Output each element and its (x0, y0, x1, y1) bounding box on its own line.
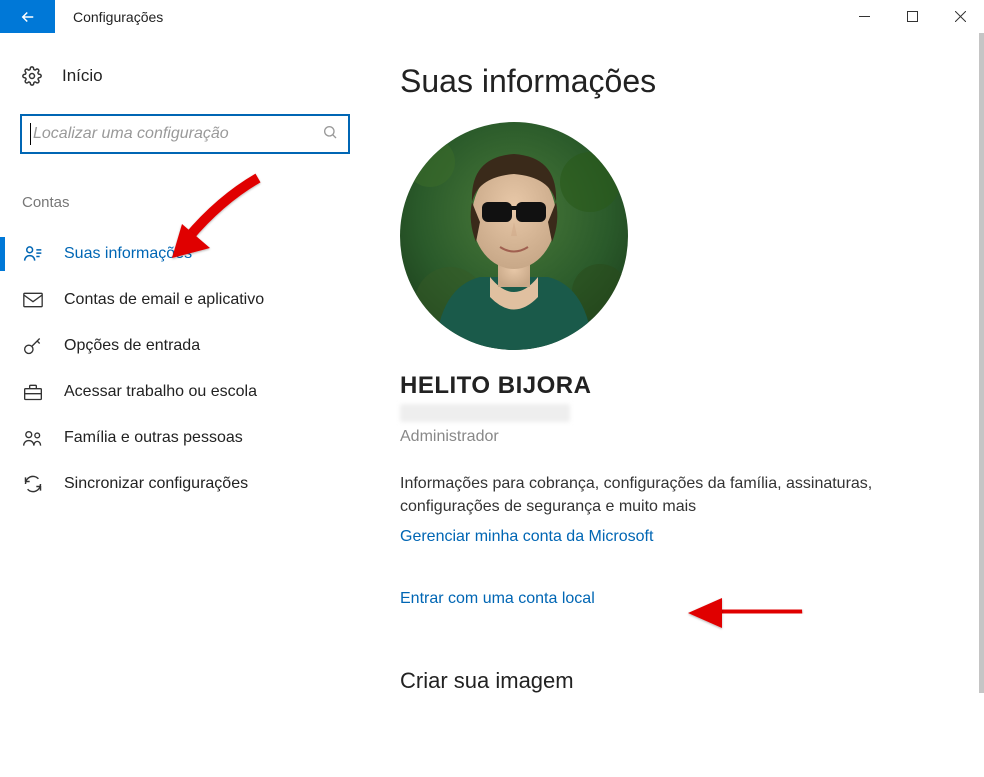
scrollbar[interactable] (979, 33, 984, 693)
user-role: Administrador (400, 428, 964, 446)
minimize-icon (859, 11, 870, 22)
sidebar-item-label: Acessar trabalho ou escola (64, 383, 257, 401)
sidebar-item-signin-options[interactable]: Opções de entrada (20, 323, 350, 369)
mail-icon (22, 290, 44, 310)
briefcase-icon (22, 382, 44, 402)
minimize-button[interactable] (840, 0, 888, 33)
close-icon (955, 11, 966, 22)
sidebar-item-label: Sincronizar configurações (64, 475, 248, 493)
maximize-button[interactable] (888, 0, 936, 33)
avatar-image (400, 122, 628, 350)
sidebar-item-work-school[interactable]: Acessar trabalho ou escola (20, 369, 350, 415)
key-icon (22, 336, 44, 356)
sidebar: Início Contas Suas informações Contas de… (0, 33, 380, 777)
close-button[interactable] (936, 0, 984, 33)
user-email-redacted (400, 404, 570, 422)
gear-icon (22, 66, 42, 86)
user-avatar (400, 122, 628, 350)
page-title: Suas informações (400, 63, 964, 100)
main-content: Suas informações (380, 33, 984, 777)
back-arrow-icon (19, 8, 37, 26)
sidebar-item-label: Opções de entrada (64, 337, 200, 355)
person-info-icon (22, 244, 44, 264)
search-input-container[interactable] (20, 114, 350, 154)
sidebar-item-your-info[interactable]: Suas informações (20, 231, 350, 277)
create-image-heading: Criar sua imagem (400, 668, 964, 694)
search-input[interactable] (33, 125, 322, 143)
sidebar-item-email-accounts[interactable]: Contas de email e aplicativo (20, 277, 350, 323)
sidebar-section-label: Contas (20, 194, 350, 211)
maximize-icon (907, 11, 918, 22)
back-button[interactable] (0, 0, 55, 33)
titlebar: Configurações (0, 0, 984, 33)
sidebar-item-label: Contas de email e aplicativo (64, 291, 264, 309)
text-cursor (30, 123, 31, 145)
people-icon (22, 428, 44, 448)
window-controls (840, 0, 984, 33)
sidebar-item-label: Família e outras pessoas (64, 429, 243, 447)
window-title: Configurações (55, 0, 163, 33)
user-name: HELITO BIJORA (400, 372, 964, 400)
sidebar-item-family[interactable]: Família e outras pessoas (20, 415, 350, 461)
search-icon (322, 124, 338, 145)
home-button[interactable]: Início (20, 66, 350, 86)
manage-microsoft-account-link[interactable]: Gerenciar minha conta da Microsoft (400, 528, 653, 546)
account-description: Informações para cobrança, configurações… (400, 472, 880, 518)
sync-icon (22, 474, 44, 494)
sidebar-item-label: Suas informações (64, 245, 192, 263)
home-label: Início (62, 66, 103, 86)
local-account-link[interactable]: Entrar com uma conta local (400, 590, 595, 608)
sidebar-item-sync[interactable]: Sincronizar configurações (20, 461, 350, 507)
